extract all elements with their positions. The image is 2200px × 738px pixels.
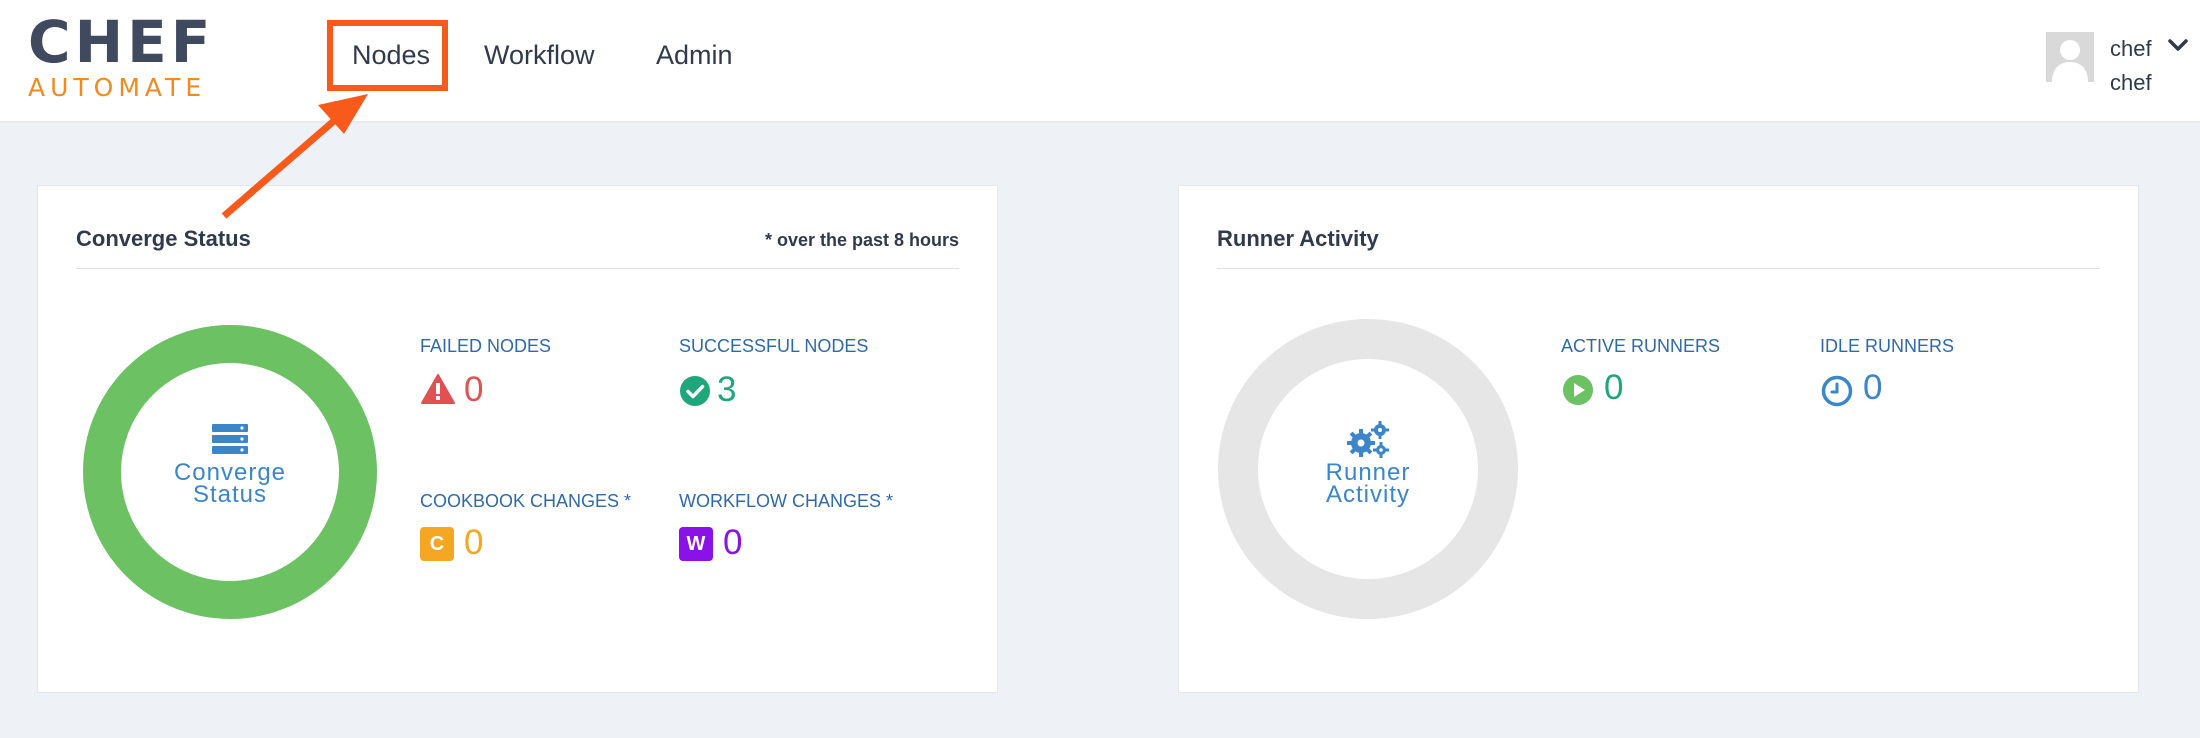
runner-divider <box>1217 268 2100 269</box>
runner-activity-card: Runner Activity Runner Activity ACTIVE R… <box>1178 185 2139 693</box>
runner-center-label: Runner Activity <box>1268 461 1468 508</box>
failed-nodes-label: FAILED NODES <box>420 336 552 356</box>
converge-center-line2: Status <box>192 481 268 508</box>
user-name: chef <box>2110 36 2152 61</box>
idle-runners-label: IDLE RUNNERS <box>1820 336 1955 356</box>
converge-center-label: Converge Status <box>130 461 330 508</box>
workflow-changes-label: WORKFLOW CHANGES * <box>679 491 894 511</box>
workflow-badge: W <box>679 527 713 561</box>
workflow-changes-value[interactable]: 0 <box>723 525 742 561</box>
failed-nodes-value[interactable]: 0 <box>464 372 483 408</box>
clock-icon <box>1821 375 1853 407</box>
warning-triangle-icon <box>421 374 455 404</box>
gears-icon <box>1347 421 1389 458</box>
avatar <box>2046 32 2094 82</box>
idle-runners-value[interactable]: 0 <box>1863 370 1882 406</box>
pointer-arrow-icon <box>221 94 368 219</box>
cookbook-changes-label: COOKBOOK CHANGES * <box>420 491 632 511</box>
successful-nodes-label: SUCCESSFUL NODES <box>679 336 869 356</box>
active-runners-value[interactable]: 0 <box>1604 370 1623 406</box>
converge-time-note: * over the past 8 hours <box>764 230 959 250</box>
chevron-down-icon[interactable] <box>2168 38 2188 52</box>
converge-status-card: Converge Status * over the past 8 hours … <box>37 185 998 693</box>
play-circle-icon <box>1563 375 1593 405</box>
server-stack-icon <box>212 424 248 454</box>
runner-card-title: Runner Activity <box>1217 226 1379 251</box>
cookbook-changes-value[interactable]: 0 <box>464 525 483 561</box>
nav-workflow[interactable]: Workflow <box>484 40 595 71</box>
cookbook-badge: C <box>420 527 454 561</box>
runner-center-line2: Activity <box>1325 481 1410 508</box>
user-subtitle: chef <box>2110 70 2152 95</box>
check-circle-icon <box>680 376 710 406</box>
avatar-silhouette-icon <box>2046 32 2094 82</box>
nav-admin[interactable]: Admin <box>656 40 733 71</box>
active-runners-label: ACTIVE RUNNERS <box>1561 336 1721 356</box>
successful-nodes-value[interactable]: 3 <box>717 372 736 408</box>
converge-divider <box>76 268 959 269</box>
